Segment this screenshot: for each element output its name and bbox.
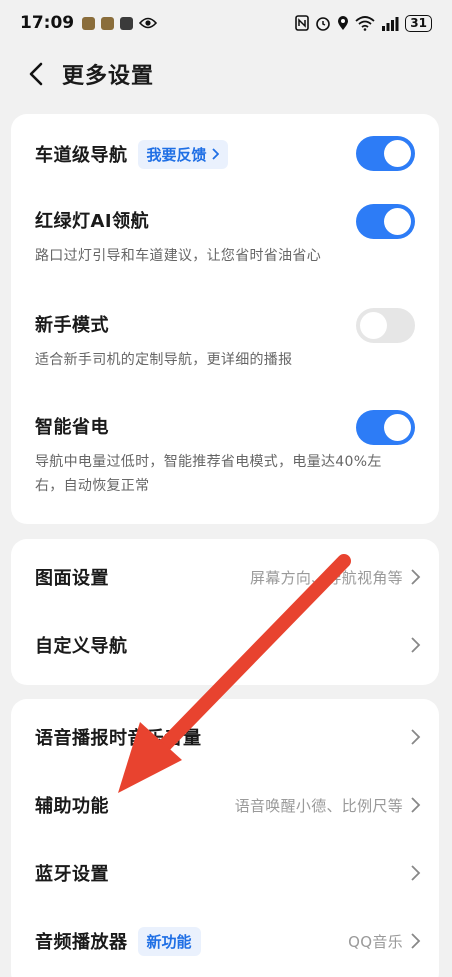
wifi-icon [355,16,375,31]
navigation-toggles-card: 车道级导航 我要反馈 红绿灯AI领航 路口过灯引导和车道建议，让您省时省油省心 … [11,114,439,524]
lane-navigation-toggle[interactable] [356,136,415,171]
bluetooth-settings-row[interactable]: 蓝牙设置 [11,839,439,907]
traffic-light-row: 红绿灯AI领航 路口过灯引导和车道建议，让您省时省油省心 [35,204,321,268]
bluetooth-settings-title: 蓝牙设置 [35,864,109,885]
app-notification-icon [120,16,134,30]
power-save-desc-line2: 右，自动恢复正常 [35,478,150,494]
back-arrow-icon [29,62,43,86]
signal-icon [382,16,399,31]
voice-music-volume-title: 语音播报时音乐音量 [35,728,202,749]
chevron-right-icon [411,797,421,813]
new-feature-badge: 新功能 [137,926,201,956]
audio-player-row[interactable]: 音频播放器 新功能 QQ音乐 [11,907,439,975]
chevron-right-icon [211,148,219,160]
traffic-light-title: 红绿灯AI领航 [35,211,150,232]
toggle-knob [384,208,411,235]
title-bar: 更多设置 [0,46,452,102]
toggle-knob [384,140,411,167]
toggle-knob [384,414,411,441]
display-settings-value: 屏幕方向、导航视角等 [249,568,403,587]
audio-player-title: 音频播放器 [35,932,128,953]
toggle-knob [360,312,387,339]
eye-icon [139,17,158,29]
novice-mode-toggle[interactable] [356,308,415,343]
feedback-badge-label: 我要反馈 [146,145,207,164]
novice-mode-row: 新手模式 适合新手司机的定制导航，更详细的播报 [35,308,292,372]
battery-indicator: 31 [405,14,432,32]
chevron-right-icon [411,729,421,745]
traffic-light-desc: 路口过灯引导和车道建议，让您省时省油省心 [35,248,321,264]
chevron-right-icon [411,933,421,949]
feedback-badge[interactable]: 我要反馈 [137,139,228,169]
novice-mode-title: 新手模式 [35,315,109,336]
chevron-right-icon [411,637,421,653]
alarm-icon [316,17,331,31]
status-bar: 17:09 31 [0,0,452,46]
location-icon [338,16,349,30]
status-time: 17:09 [20,13,75,33]
chevron-right-icon [411,865,421,881]
traffic-light-toggle[interactable] [356,204,415,239]
display-settings-card: 图面设置 屏幕方向、导航视角等 自定义导航 [11,539,439,685]
assist-features-value: 语音唤醒小德、比例尺等 [234,796,403,815]
display-settings-title: 图面设置 [35,568,109,589]
nfc-icon [295,15,310,31]
power-save-desc-line1: 导航中电量过低时，智能推荐省电模式，电量达40%左 [35,454,382,470]
audio-settings-card: 语音播报时音乐音量 辅助功能 语音唤醒小德、比例尺等 蓝牙设置 音频播放器 新功… [11,699,439,977]
power-save-toggle[interactable] [356,410,415,445]
lane-navigation-title: 车道级导航 [35,145,128,166]
app-notification-icon [82,16,96,30]
custom-navigation-row[interactable]: 自定义导航 [11,611,439,679]
novice-mode-desc: 适合新手司机的定制导航，更详细的播报 [35,352,293,368]
assist-features-title: 辅助功能 [35,796,109,817]
app-notification-icon [101,16,115,30]
audio-player-value: QQ音乐 [348,932,403,951]
voice-music-volume-row[interactable]: 语音播报时音乐音量 [11,703,439,771]
back-button[interactable] [18,56,54,92]
assist-features-row[interactable]: 辅助功能 语音唤醒小德、比例尺等 [11,771,439,839]
lane-navigation-row: 车道级导航 我要反馈 [35,136,228,172]
chevron-right-icon [411,569,421,585]
custom-navigation-title: 自定义导航 [35,636,128,657]
display-settings-row[interactable]: 图面设置 屏幕方向、导航视角等 [11,543,439,611]
page-title: 更多设置 [62,64,155,89]
